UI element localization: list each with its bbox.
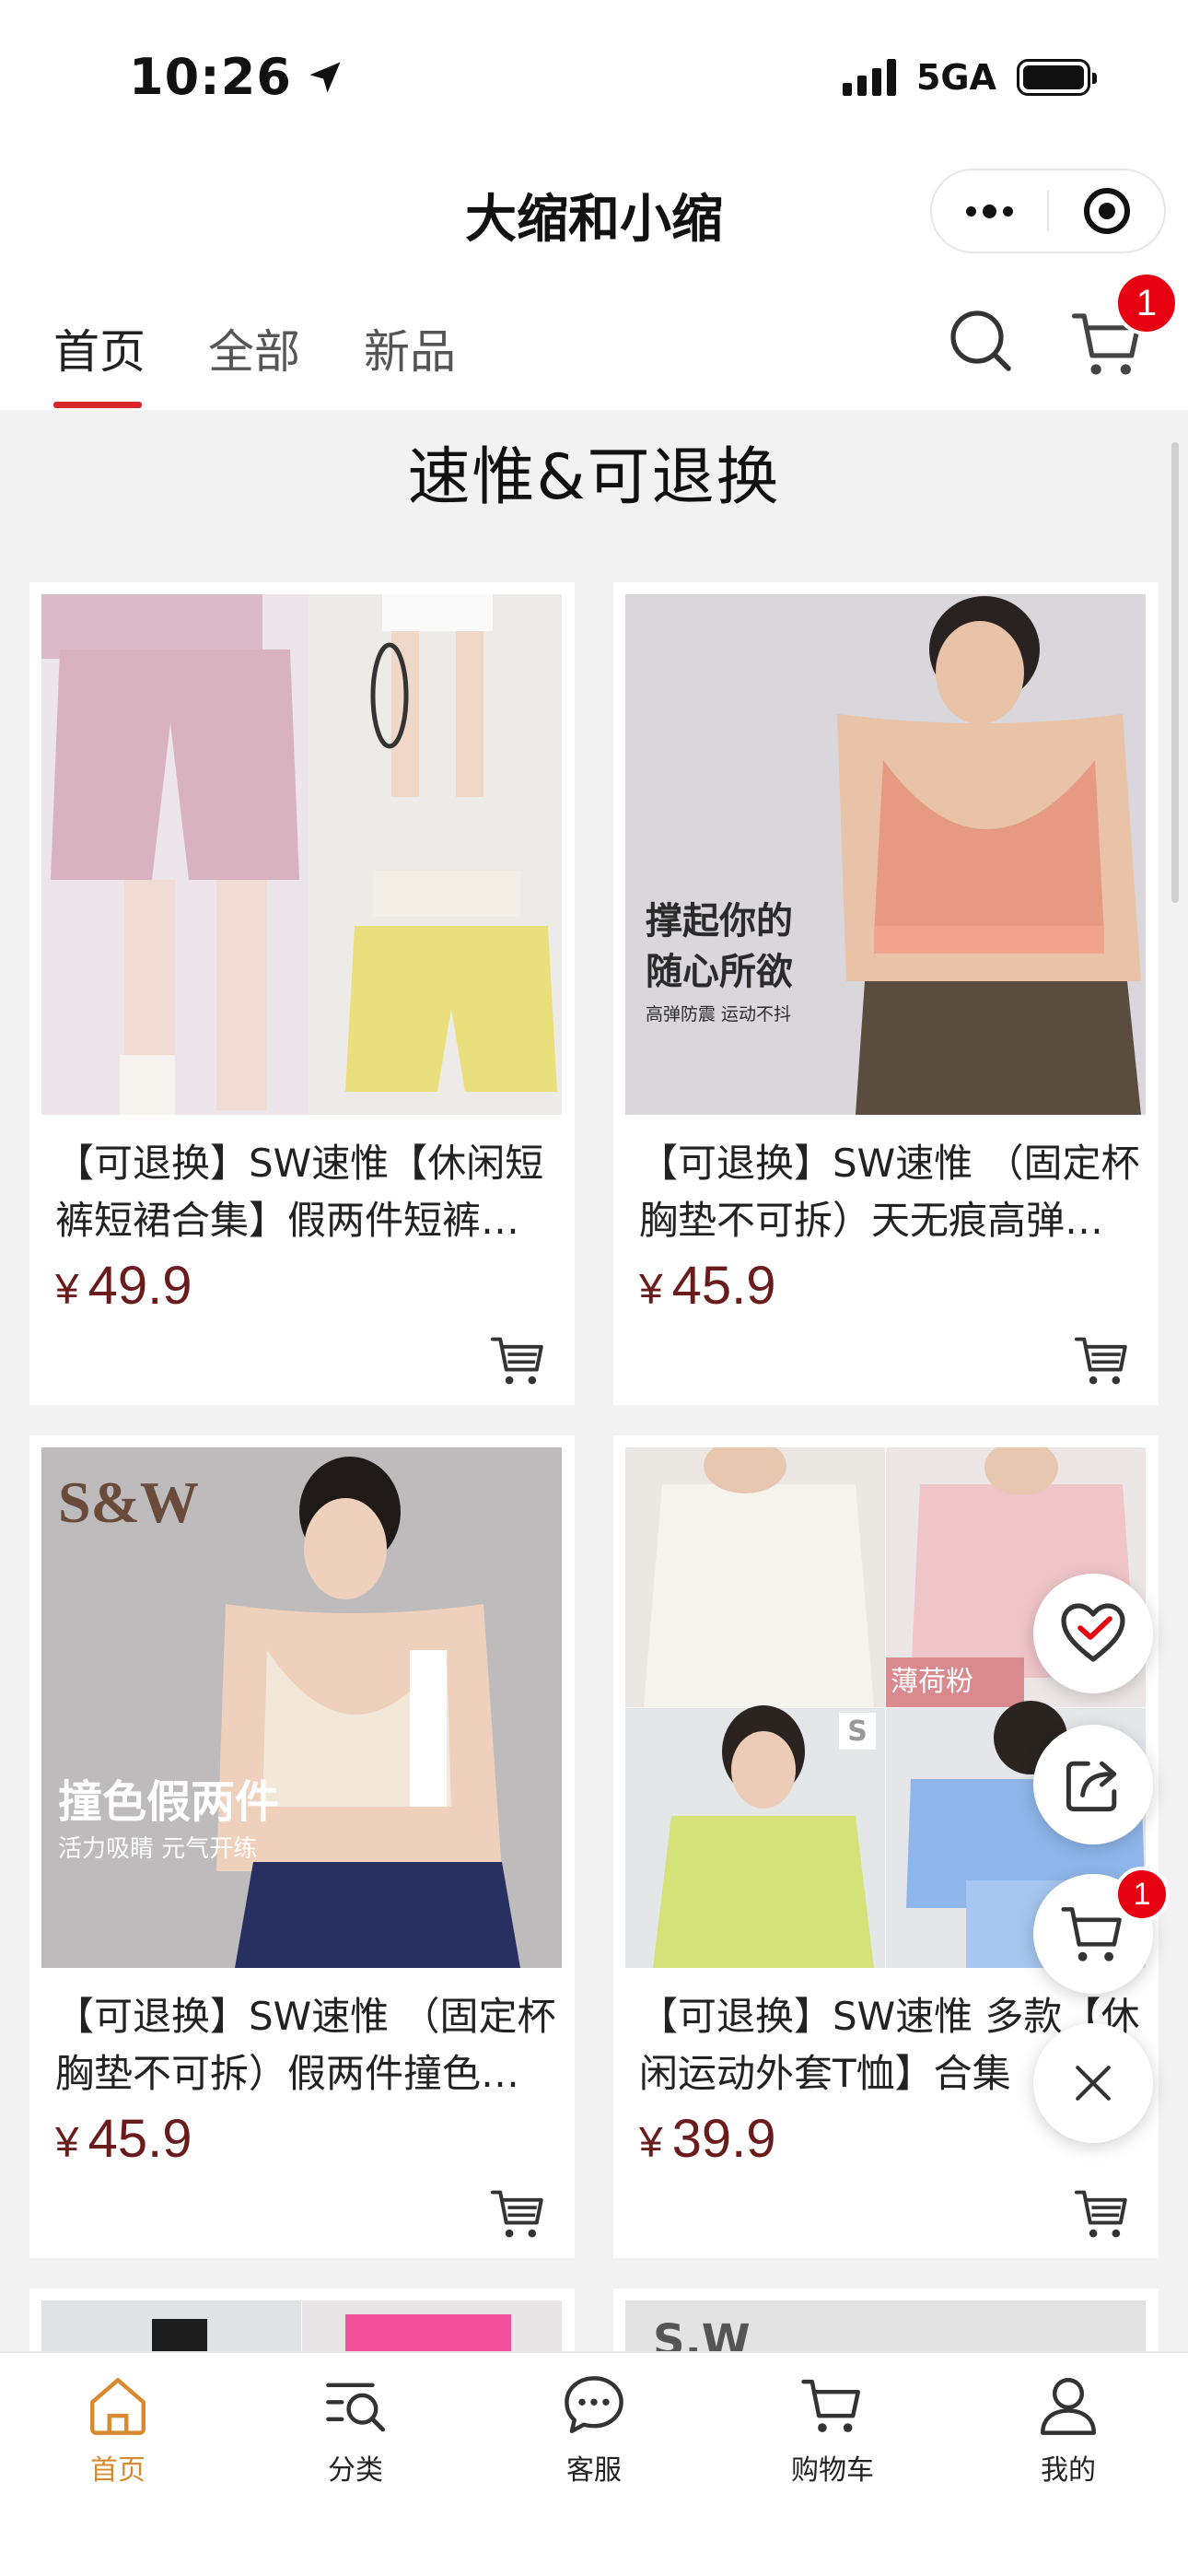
close-miniprogram-button[interactable] (1049, 170, 1164, 252)
scrollbar[interactable] (1171, 442, 1179, 903)
chat-bubble-icon (565, 2376, 623, 2433)
price-value: 45.9 (87, 2109, 192, 2169)
product-image (41, 594, 562, 1115)
cart-count-badge: 1 (1114, 271, 1179, 335)
add-to-cart-icon[interactable] (1072, 2182, 1133, 2242)
currency-symbol: ¥ (639, 1265, 663, 1313)
currency-symbol: ¥ (55, 1265, 79, 1313)
product-price: ¥39.9 (639, 2108, 775, 2170)
price-value: 39.9 (671, 2109, 776, 2169)
signal-icon (842, 59, 896, 96)
section-heading: 速惟&可退换 (407, 441, 781, 514)
cart-icon (1061, 1907, 1122, 1961)
share-button[interactable] (1033, 1725, 1153, 1844)
status-bar: 10:26 5GA (0, 0, 1188, 152)
add-to-cart-icon[interactable] (488, 2182, 549, 2242)
title-bar: 大缩和小缩 (0, 152, 1188, 276)
currency-symbol: ¥ (639, 2118, 663, 2166)
tab-new[interactable]: 新品 (364, 315, 456, 381)
more-dots-icon (966, 204, 1013, 218)
price-value: 45.9 (671, 1256, 776, 1316)
product-image: S&W 撞色假两件 活力吸睛 元气开练 (41, 1447, 562, 1968)
image-caption-line1: 撞色假两件 (58, 1776, 280, 1828)
product-card[interactable]: 【可退换】SW速惟【休闲短裤短裙合集】假两件短裤短裙 ¥49.9 (29, 582, 575, 1405)
product-image (41, 2301, 562, 2353)
share-icon (1066, 1761, 1117, 1812)
tab-home[interactable]: 首页 (53, 315, 146, 381)
brand-logo: S&W (58, 1469, 199, 1535)
image-caption-line2: 随心所欲 (646, 951, 793, 993)
image-caption-line3: 高弹防震 运动不抖 (646, 1004, 792, 1025)
top-nav-tabs: 首页 全部 新品 (0, 276, 1188, 410)
product-image: 撑起你的 随心所欲 高弹防震 运动不抖 (625, 594, 1146, 1115)
product-card[interactable]: S.W (613, 2289, 1159, 2353)
favorite-button[interactable] (1033, 1574, 1153, 1693)
tabbar-item-profile[interactable]: 我的 (985, 2371, 1151, 2510)
image-caption-line1: 撑起你的 (646, 900, 793, 943)
tabbar-item-category[interactable]: 分类 (273, 2371, 438, 2510)
tabbar-label: 客服 (566, 2454, 622, 2487)
user-icon (1041, 2378, 1096, 2435)
product-title[interactable]: 【可退换】SW速惟【休闲短裤短裙合集】假两件短裤短裙 (55, 1135, 557, 1249)
image-badge-box: S (839, 1713, 876, 1750)
miniprogram-capsule (930, 169, 1166, 253)
product-price: ¥45.9 (639, 1255, 775, 1317)
image-color-tag: 薄荷粉 (891, 1666, 973, 1698)
image-badge-text: S (847, 1715, 868, 1748)
image-caption-line2: 活力吸睛 元气开练 (58, 1835, 258, 1863)
clock-text: 10:26 (129, 48, 292, 106)
product-image: S.W (625, 2301, 1146, 2353)
tabbar-item-home[interactable]: 首页 (35, 2371, 201, 2510)
tabbar-label: 分类 (328, 2454, 383, 2487)
status-time: 10:26 (129, 48, 345, 106)
floating-cart-badge: 1 (1114, 1867, 1170, 1922)
battery-icon (1017, 59, 1097, 96)
bottom-tab-bar: 首页 分类 客服 购物车 我的 (0, 2351, 1188, 2576)
active-tab-indicator (53, 402, 142, 408)
tabbar-label: 购物车 (791, 2454, 874, 2487)
product-price: ¥49.9 (55, 1255, 192, 1317)
product-card[interactable]: 撑起你的 随心所欲 高弹防震 运动不抖 【可退换】SW速惟 （固定杯胸垫不可拆）… (613, 582, 1159, 1405)
product-card[interactable]: S&W 撞色假两件 活力吸睛 元气开练 【可退换】SW速惟 （固定杯胸垫不可拆）… (29, 1435, 575, 2258)
tabbar-item-service[interactable]: 客服 (511, 2371, 677, 2510)
product-card[interactable] (29, 2289, 575, 2353)
target-circle-icon (1083, 188, 1130, 234)
location-arrow-icon (309, 62, 341, 92)
home-icon (90, 2378, 146, 2435)
add-to-cart-icon[interactable] (488, 1329, 549, 1389)
product-price: ¥45.9 (55, 2108, 192, 2170)
add-to-cart-icon[interactable] (1072, 1329, 1133, 1389)
search-icon[interactable] (944, 304, 1018, 378)
tabbar-item-cart[interactable]: 购物车 (750, 2371, 915, 2510)
price-value: 49.9 (87, 1256, 192, 1316)
cart-icon (801, 2379, 860, 2432)
heart-check-icon (1061, 1603, 1125, 1662)
close-icon (1076, 2066, 1111, 2101)
tabbar-label: 首页 (90, 2454, 146, 2487)
product-title[interactable]: 【可退换】SW速惟 （固定杯胸垫不可拆）天无痕高弹裸感运动内衣 (639, 1135, 1141, 1249)
more-options-button[interactable] (932, 170, 1047, 252)
tab-all[interactable]: 全部 (208, 315, 300, 381)
currency-symbol: ¥ (55, 2118, 79, 2166)
network-label: 5GA (915, 57, 996, 98)
product-title[interactable]: 【可退换】SW速惟 （固定杯胸垫不可拆）假两件撞色内衣 (55, 1988, 557, 2102)
brand-logo: S.W (653, 2315, 751, 2353)
close-floating-menu-button[interactable] (1033, 2023, 1153, 2143)
tabbar-label: 我的 (1041, 2454, 1096, 2487)
category-search-icon (326, 2383, 386, 2432)
status-indicators: 5GA (842, 57, 1097, 98)
